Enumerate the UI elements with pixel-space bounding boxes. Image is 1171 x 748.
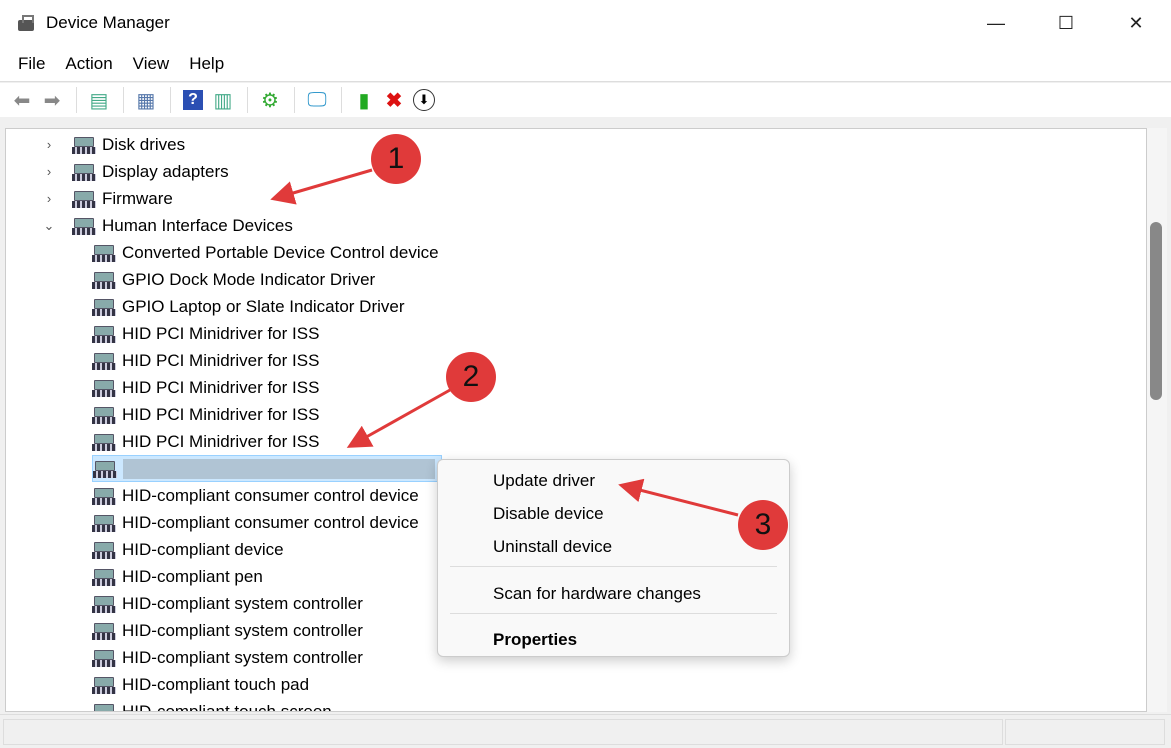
- annotation-badge-2: 2: [446, 352, 496, 402]
- annotation-arrow-2: [346, 388, 451, 448]
- annotation-arrow-1: [270, 168, 373, 205]
- annotation-badge-3: 3: [738, 500, 788, 550]
- annotation-badge-1: 1: [371, 134, 421, 184]
- annotation-arrows: [270, 168, 739, 517]
- annotation-arrow-3: [618, 478, 739, 517]
